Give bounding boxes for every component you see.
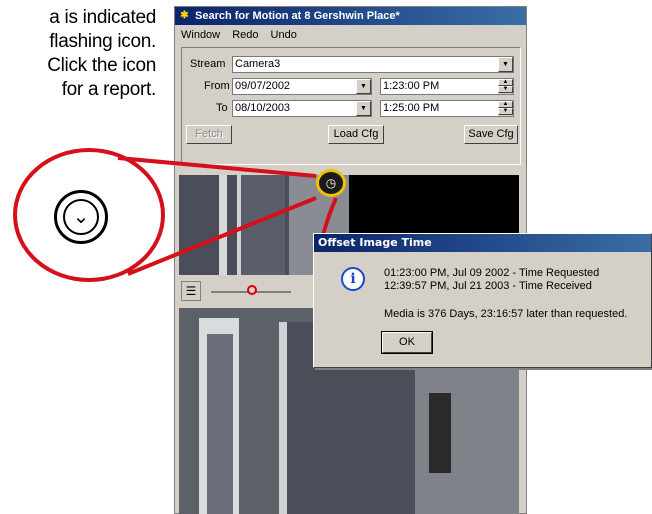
info-icon: i [341,267,365,291]
offset-image-time-dialog: Offset Image Time i 01:23:00 PM, Jul 09 … [313,233,652,368]
offset-message: Media is 376 Days, 23:16:57 later than r… [384,308,628,320]
callout-line-top [117,156,317,178]
dialog-title[interactable]: Offset Image Time [314,234,651,252]
ok-button[interactable]: OK [381,331,433,354]
callout-line-bottom [127,196,317,276]
time-received-text: 12:39:57 PM, Jul 21 2003 - Time Received [384,280,592,292]
time-requested-text: 01:23:00 PM, Jul 09 2002 - Time Requeste… [384,267,600,279]
